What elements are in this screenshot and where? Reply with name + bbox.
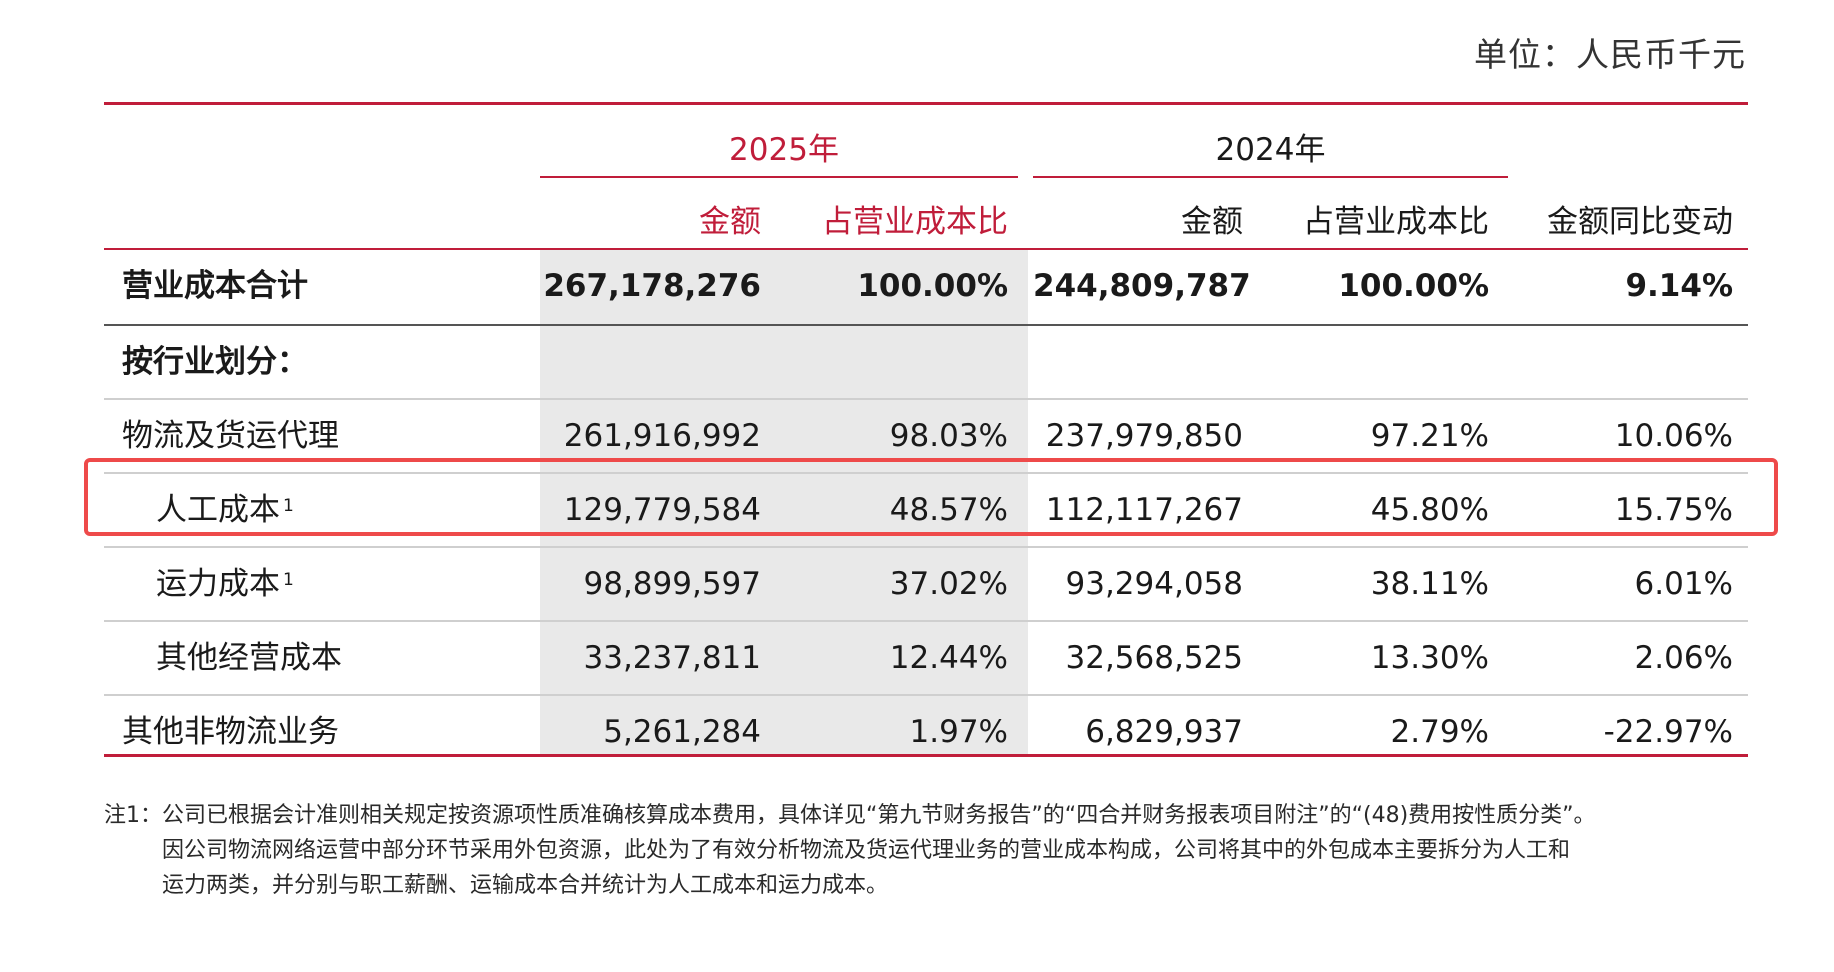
- footnote-line: 运力两类，并分别与职工薪酬、运输成本合并统计为人工成本和运力成本。: [162, 873, 889, 898]
- header-2025-ratio: 占营业成本比: [822, 204, 1008, 240]
- table-bottom-rule: [104, 754, 1748, 757]
- unit-label: 单位：人民币千元: [1474, 35, 1746, 74]
- cell-2024-ratio: 38.11%: [1370, 566, 1489, 602]
- table-row-section: 按行业划分：: [104, 326, 1748, 398]
- year-2024-rule: [1033, 176, 1508, 178]
- footnote-line: 注1：公司已根据会计准则相关规定按资源项性质准确核算成本费用，具体详见“第九节财…: [104, 803, 1596, 828]
- table-row-total: 营业成本合计 267,178,276 100.00% 244,809,787 1…: [104, 250, 1748, 322]
- cell-2024-amount: 6,829,937: [1085, 714, 1243, 750]
- header-2024-amount: 金额: [1181, 204, 1243, 240]
- row-label: 营业成本合计: [122, 268, 308, 304]
- cell-2024-ratio: 2.79%: [1390, 714, 1489, 750]
- cell-2025-ratio: 12.44%: [889, 640, 1008, 676]
- row-label: 其他非物流业务: [122, 714, 339, 750]
- cell-2024-amount: 93,294,058: [1065, 566, 1244, 602]
- cell-2024-ratio: 100.00%: [1338, 268, 1489, 304]
- header-yoy: 金额同比变动: [1547, 204, 1733, 240]
- cell-2025-amount: 267,178,276: [543, 268, 761, 304]
- table-row-transport-cost: 运力成本 1 98,899,597 37.02% 93,294,058 38.11…: [104, 548, 1748, 620]
- year-2025-rule: [540, 176, 1018, 178]
- cell-2025-amount: 33,237,811: [583, 640, 762, 676]
- row-label: 按行业划分：: [122, 344, 308, 380]
- row-label: 其他经营成本: [156, 640, 342, 676]
- cell-yoy: 6.01%: [1634, 566, 1733, 602]
- cell-2025-ratio: 37.02%: [889, 566, 1008, 602]
- cell-yoy: 9.14%: [1625, 268, 1733, 304]
- cell-2025-ratio: 100.00%: [857, 268, 1008, 304]
- cell-yoy: 2.06%: [1634, 640, 1733, 676]
- highlight-box-labor-cost: [84, 458, 1778, 536]
- cell-2024-amount: 32,568,525: [1065, 640, 1244, 676]
- row-label: 运力成本 1: [156, 566, 294, 602]
- header-2025-amount: 金额: [699, 204, 761, 240]
- cell-yoy: -22.97%: [1603, 714, 1733, 750]
- cell-2025-ratio: 1.97%: [909, 714, 1008, 750]
- footnotes: 注1：公司已根据会计准则相关规定按资源项性质准确核算成本费用，具体详见“第九节财…: [104, 798, 1764, 903]
- table-row-non-logistics: 其他非物流业务 5,261,284 1.97% 6,829,937 2.79% …: [104, 696, 1748, 768]
- cell-2025-amount: 5,261,284: [603, 714, 761, 750]
- cell-2024-ratio: 13.30%: [1370, 640, 1489, 676]
- header-2024-ratio: 占营业成本比: [1303, 204, 1489, 240]
- year-2024-header: 2024年: [1215, 132, 1326, 168]
- footnote-marker: 1: [283, 570, 294, 590]
- cell-2025-amount: 98,899,597: [583, 566, 762, 602]
- cell-2024-amount: 244,809,787: [1033, 268, 1251, 304]
- table-row-other-operating-cost: 其他经营成本 33,237,811 12.44% 32,568,525 13.3…: [104, 622, 1748, 694]
- table-top-rule: [104, 102, 1748, 105]
- footnote-line: 因公司物流网络运营中部分环节采用外包资源，此处为了有效分析物流及货运代理业务的营…: [162, 838, 1571, 863]
- year-2025-header: 2025年: [729, 132, 839, 168]
